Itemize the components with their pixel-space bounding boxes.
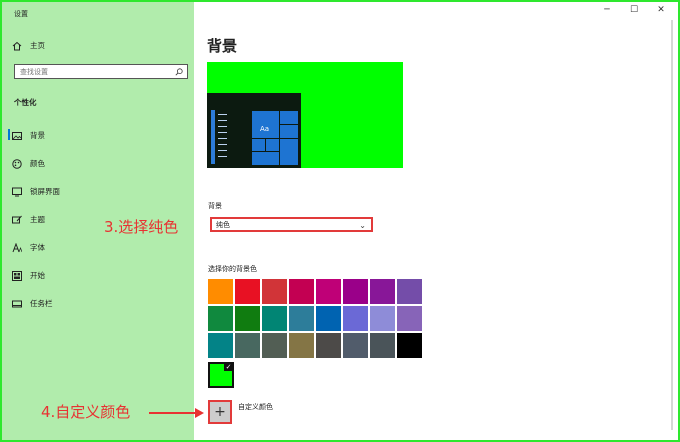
color-swatch[interactable] bbox=[208, 333, 233, 358]
step3-callout: 3.选择纯色 bbox=[104, 218, 179, 236]
section-title: 个性化 bbox=[14, 98, 37, 107]
background-type-select[interactable]: 纯色 ⌄ bbox=[210, 217, 373, 232]
preview-line bbox=[218, 132, 227, 133]
color-swatch[interactable] bbox=[370, 333, 395, 358]
arrow-line bbox=[149, 412, 197, 414]
maximize-button[interactable]: ☐ bbox=[627, 5, 641, 15]
sidebar-item-label: 主页 bbox=[30, 41, 45, 50]
sidebar-item-label: 锁屏界面 bbox=[30, 187, 60, 196]
preview-tile bbox=[279, 138, 299, 166]
color-swatch[interactable] bbox=[262, 279, 287, 304]
color-swatch[interactable] bbox=[397, 333, 422, 358]
preview-tile bbox=[251, 138, 266, 152]
font-icon bbox=[12, 242, 22, 253]
preview-line bbox=[218, 150, 227, 151]
sidebar-item-label: 任务栏 bbox=[30, 299, 53, 308]
minimize-button[interactable]: ─ bbox=[600, 5, 614, 15]
preview-tile: Aa bbox=[251, 110, 280, 139]
picture-icon bbox=[12, 131, 22, 141]
sidebar-item-lockscreen[interactable]: 锁屏界面 bbox=[12, 186, 60, 197]
theme-icon bbox=[12, 215, 22, 225]
color-swatch[interactable] bbox=[289, 333, 314, 358]
color-swatch[interactable] bbox=[343, 333, 368, 358]
preview-line bbox=[218, 144, 227, 145]
color-swatch-grid bbox=[208, 279, 422, 358]
checkmark-icon: ✓ bbox=[224, 363, 233, 371]
preview-line bbox=[218, 156, 227, 157]
active-indicator bbox=[8, 129, 10, 140]
preview-tile bbox=[279, 124, 299, 139]
palette-icon bbox=[12, 158, 22, 169]
color-swatch[interactable] bbox=[289, 279, 314, 304]
color-swatch[interactable] bbox=[316, 279, 341, 304]
background-preview: Aa bbox=[207, 62, 403, 168]
background-label: 背景 bbox=[208, 202, 222, 210]
custom-color-button[interactable]: + bbox=[208, 400, 232, 424]
custom-color-label: 自定义颜色 bbox=[238, 403, 273, 411]
window-title: 设置 bbox=[14, 10, 28, 18]
sidebar-item-label: 颜色 bbox=[30, 159, 45, 168]
sidebar-item-label: 字体 bbox=[30, 243, 45, 252]
color-swatch[interactable] bbox=[370, 306, 395, 331]
sidebar-item-taskbar[interactable]: 任务栏 bbox=[12, 298, 53, 309]
chevron-down-icon: ⌄ bbox=[359, 221, 366, 230]
preview-tile-text: Aa bbox=[260, 125, 270, 133]
sidebar-item-label: 开始 bbox=[30, 271, 45, 280]
sidebar-item-background[interactable]: 背景 bbox=[12, 130, 45, 141]
step4-callout: 4.自定义颜色 bbox=[41, 403, 131, 421]
sidebar-item-label: 主题 bbox=[30, 215, 45, 224]
color-swatch[interactable] bbox=[397, 306, 422, 331]
lockscreen-icon bbox=[12, 187, 22, 197]
page-title: 背景 bbox=[207, 37, 238, 55]
preview-line bbox=[218, 126, 227, 127]
selected-color-swatch[interactable]: ✓ bbox=[208, 362, 234, 388]
preview-line bbox=[218, 120, 227, 121]
taskbar-icon bbox=[12, 299, 22, 309]
preview-desktop-panel: Aa bbox=[207, 93, 301, 168]
preview-tile bbox=[251, 151, 280, 166]
preview-start-tiles: Aa bbox=[251, 110, 299, 166]
arrow-icon bbox=[195, 408, 204, 418]
sidebar-item-colors[interactable]: 颜色 bbox=[12, 158, 45, 169]
color-swatch[interactable] bbox=[343, 306, 368, 331]
color-swatch[interactable] bbox=[208, 306, 233, 331]
preview-taskbar bbox=[211, 110, 215, 164]
close-button[interactable]: ✕ bbox=[654, 5, 668, 15]
sidebar-item-label: 背景 bbox=[30, 131, 45, 140]
color-swatch[interactable] bbox=[262, 333, 287, 358]
search-icon[interactable] bbox=[175, 68, 183, 76]
color-swatch[interactable] bbox=[235, 306, 260, 331]
color-swatch[interactable] bbox=[316, 333, 341, 358]
color-swatch[interactable] bbox=[262, 306, 287, 331]
color-swatch[interactable] bbox=[235, 333, 260, 358]
scrollbar[interactable] bbox=[671, 20, 673, 430]
sidebar-item-fonts[interactable]: 字体 bbox=[12, 242, 45, 253]
preview-line bbox=[218, 114, 227, 115]
color-swatch[interactable] bbox=[397, 279, 422, 304]
search-input[interactable] bbox=[20, 67, 170, 76]
sidebar-item-start[interactable]: 开始 bbox=[12, 270, 45, 281]
start-icon bbox=[12, 270, 22, 281]
color-swatch[interactable] bbox=[343, 279, 368, 304]
home-icon bbox=[12, 41, 22, 51]
background-type-value: 纯色 bbox=[216, 220, 230, 229]
color-swatch[interactable] bbox=[370, 279, 395, 304]
swatch-label: 选择你的背景色 bbox=[208, 265, 257, 273]
preview-line bbox=[218, 138, 227, 139]
search-box[interactable] bbox=[14, 64, 188, 79]
sidebar-item-home[interactable]: 主页 bbox=[12, 40, 45, 51]
sidebar-item-themes[interactable]: 主题 bbox=[12, 214, 45, 225]
color-swatch[interactable] bbox=[316, 306, 341, 331]
color-swatch[interactable] bbox=[289, 306, 314, 331]
preview-tile bbox=[265, 138, 280, 152]
color-swatch[interactable] bbox=[208, 279, 233, 304]
preview-tile bbox=[279, 110, 299, 125]
color-swatch[interactable] bbox=[235, 279, 260, 304]
